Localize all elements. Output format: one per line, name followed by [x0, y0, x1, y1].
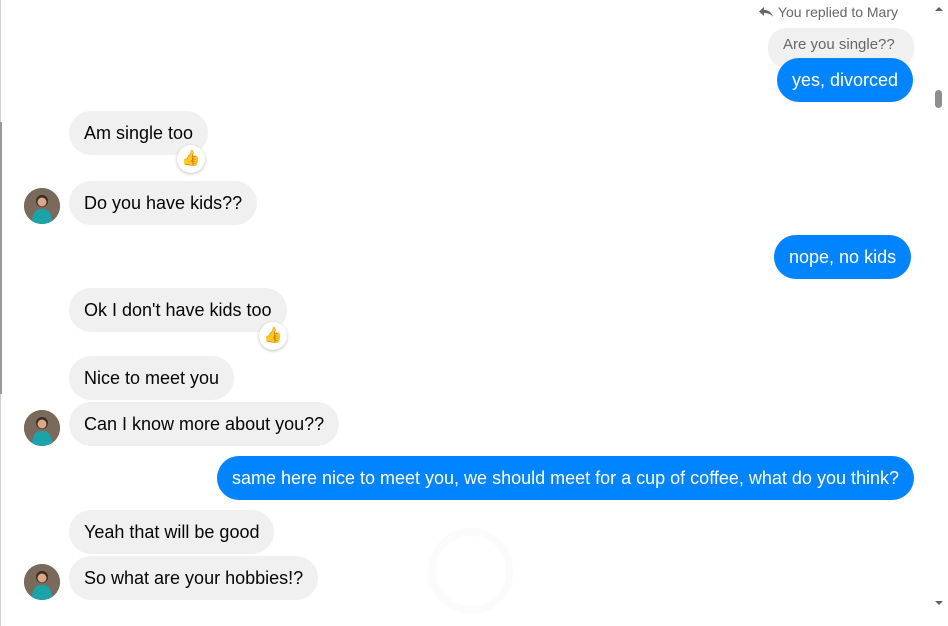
pane-divider-accent — [0, 122, 2, 394]
scroll-down-arrow-icon[interactable] — [934, 598, 944, 608]
message-bubble-incoming[interactable]: Yeah that will be good — [69, 510, 275, 554]
avatar-image — [24, 564, 60, 600]
reply-context-label: You replied to Mary — [758, 3, 898, 21]
reply-context-text: You replied to Mary — [777, 4, 898, 20]
thumbs-up-icon[interactable]: 👍 — [177, 145, 205, 173]
contact-avatar[interactable] — [24, 188, 60, 224]
message-bubble-outgoing[interactable]: yes, divorced — [777, 58, 914, 102]
message-bubble-outgoing[interactable]: nope, no kids — [774, 235, 912, 279]
avatar-image — [24, 188, 60, 224]
contact-avatar[interactable] — [24, 564, 60, 600]
thumbs-up-icon[interactable]: 👍 — [259, 322, 287, 350]
message-bubble-incoming[interactable]: Do you have kids?? — [69, 181, 258, 225]
reply-arrow-icon — [758, 7, 773, 17]
message-bubble-incoming[interactable]: Ok I don't have kids too — [69, 288, 287, 332]
loading-spinner-ghost — [428, 528, 514, 614]
contact-avatar[interactable] — [24, 410, 60, 446]
chat-thread: You replied to Mary Are you single?? yes… — [0, 0, 948, 626]
scroll-up-arrow-icon[interactable] — [934, 4, 944, 14]
avatar-image — [24, 410, 60, 446]
message-bubble-outgoing[interactable]: same here nice to meet you, we should me… — [216, 456, 914, 500]
message-bubble-incoming[interactable]: Nice to meet you — [69, 356, 235, 400]
scrollbar[interactable] — [930, 0, 948, 626]
message-bubble-incoming[interactable]: Can I know more about you?? — [69, 402, 340, 446]
scrollbar-thumb[interactable] — [935, 90, 942, 108]
message-bubble-incoming[interactable]: So what are your hobbies!? — [69, 556, 319, 600]
